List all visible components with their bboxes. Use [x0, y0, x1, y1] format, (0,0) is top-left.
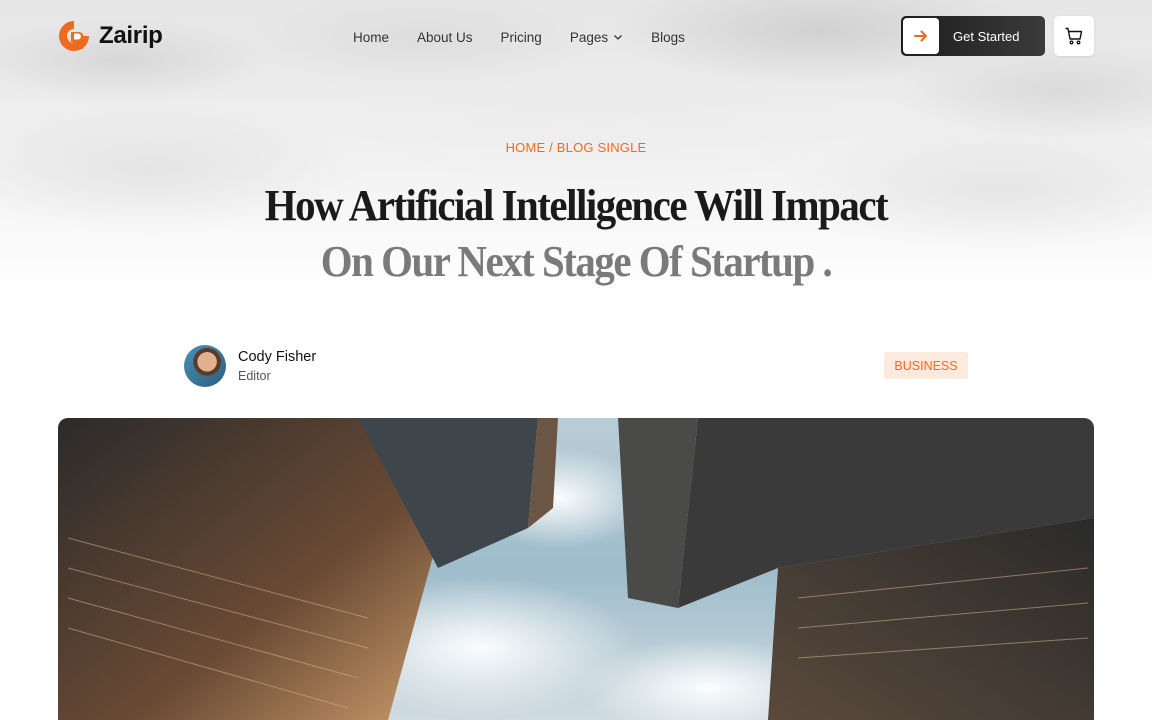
page-title-line-1: How Artificial Intelligence Will Impact — [264, 181, 889, 230]
nav-pricing[interactable]: Pricing — [501, 28, 542, 46]
page-title: How Artificial Intelligence Will Impact … — [40, 178, 1111, 290]
arrow-right-icon — [903, 18, 939, 54]
logo[interactable]: Zairip — [57, 19, 163, 53]
cart-icon — [1065, 27, 1083, 45]
featured-image — [58, 418, 1094, 720]
featured-image-art — [58, 418, 1094, 720]
get-started-label: Get Started — [953, 28, 1020, 44]
get-started-button[interactable]: Get Started — [901, 16, 1045, 56]
nav-about-us[interactable]: About Us — [417, 28, 473, 46]
logo-text: Zairip — [99, 22, 163, 49]
breadcrumb[interactable]: HOME / BLOG SINGLE — [0, 140, 1152, 155]
nav-home[interactable]: Home — [353, 28, 389, 46]
cart-button[interactable] — [1054, 16, 1094, 56]
author-role: Editor — [238, 369, 271, 383]
avatar[interactable] — [184, 345, 226, 387]
nav-pages[interactable]: Pages — [570, 28, 623, 46]
nav-blogs[interactable]: Blogs — [651, 28, 685, 46]
logo-icon — [59, 21, 89, 51]
page-title-line-2: On Our Next Stage Of Startup . — [320, 237, 833, 286]
chevron-down-icon — [614, 35, 623, 40]
category-badge[interactable]: BUSINESS — [884, 352, 968, 379]
main-nav: Home About Us Pricing Pages Blogs — [353, 28, 685, 46]
author-block: Cody Fisher Editor — [184, 345, 316, 387]
site-header: Zairip Home About Us Pricing Pages Blogs… — [0, 0, 1152, 74]
nav-pages-label: Pages — [569, 29, 609, 45]
author-name[interactable]: Cody Fisher — [238, 349, 316, 365]
